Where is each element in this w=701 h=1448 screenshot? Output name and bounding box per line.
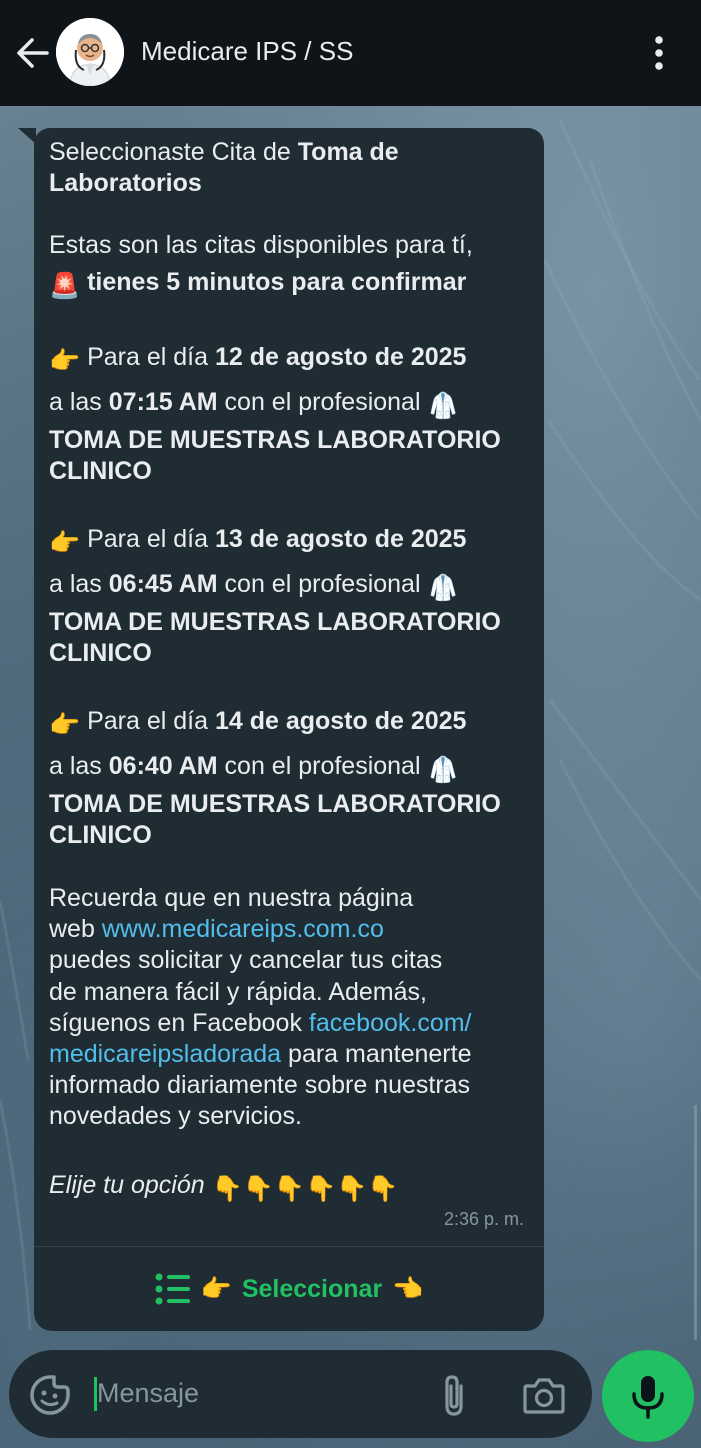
attach-button[interactable] [437,1374,471,1421]
message-line: Seleccionaste Cita de Toma de [49,138,399,166]
appointment-professional: TOMA DE MUESTRAS LABORATORIO [49,790,501,818]
camera-button[interactable] [523,1376,565,1419]
message-line: Estas son las citas disponibles para tí, [49,231,473,259]
camera-icon [523,1378,565,1414]
appointment-time-line: a las 06:40 AM con el profesional 🥼 [49,752,459,784]
arrow-left-icon [17,38,49,68]
pointing-down-icon: 👇👇👇👇👇👇 [211,1175,399,1203]
appointment-professional: CLINICO [49,821,152,849]
siren-icon: 🚨 [49,272,81,300]
message-timestamp: 2:36 p. m. [444,1209,525,1229]
choose-option-line: Elije tu opción 👇👇👇👇👇👇 [49,1171,399,1203]
message-line: novedades y servicios. [49,1102,302,1130]
facebook-link[interactable]: medicareipsladorada [49,1040,281,1068]
facebook-link[interactable]: facebook.com/ [309,1009,472,1037]
pointing-left-icon: 👈 [392,1274,424,1303]
pointing-right-icon: 👉 [49,529,81,557]
select-button-label: Seleccionar [241,1274,383,1303]
scrollbar[interactable] [694,1105,697,1340]
microphone-icon [632,1376,664,1419]
chat-header: Medicare IPS / SS [0,0,701,106]
message-line: informado diariamente sobre nuestras [49,1071,471,1099]
lab-coat-icon: 🥼 [427,756,459,784]
list-icon [155,1273,190,1305]
appointment-professional: TOMA DE MUESTRAS LABORATORIO [49,608,501,636]
message-line: síguenos en Facebook facebook.com/ [49,1009,472,1037]
more-vertical-icon [655,36,663,70]
message-line: 🚨 tienes 5 minutos para confirmar [49,268,467,300]
paperclip-icon [445,1375,463,1416]
appointment-time-line: a las 07:15 AM con el profesional 🥼 [49,388,459,420]
message-line: Laboratorios [49,169,202,197]
appointment-professional: TOMA DE MUESTRAS LABORATORIO [49,426,501,454]
pointing-right-icon: 👉 [49,347,81,375]
contact-avatar[interactable] [56,18,124,86]
appointment-date-line: 👉 Para el día 12 de agosto de 2025 [49,343,467,375]
message-line: puedes solicitar y cancelar tus citas [49,946,443,974]
message-line: Recuerda que en nuestra página [49,884,414,912]
doctor-avatar-icon [56,18,124,86]
sticker-button[interactable] [29,1374,71,1421]
message-line: medicareipsladorada para mantenerte [49,1040,472,1068]
select-button[interactable]: 👉 Seleccionar 👈 [34,1247,544,1331]
lab-coat-icon: 🥼 [427,574,459,602]
appointment-professional: CLINICO [49,457,152,485]
pointing-right-icon: 👉 [200,1274,232,1303]
appointment-time-line: a las 06:45 AM con el profesional 🥼 [49,570,459,602]
message-line: web www.medicareips.com.co [49,915,384,943]
more-options-button[interactable] [650,36,668,70]
mic-button[interactable] [602,1350,694,1442]
lab-coat-icon: 🥼 [427,392,459,420]
sticker-icon [30,1375,70,1415]
appointment-date-line: 👉 Para el día 13 de agosto de 2025 [49,525,467,557]
back-button[interactable] [14,34,52,72]
appointment-date-line: 👉 Para el día 14 de agosto de 2025 [49,707,467,739]
chat-title[interactable]: Medicare IPS / SS [141,36,353,67]
pointing-right-icon: 👉 [49,711,81,739]
message-line: de manera fácil y rápida. Además, [49,978,427,1006]
appointment-professional: CLINICO [49,639,152,667]
message-input[interactable]: Mensaje [97,1378,199,1409]
website-link[interactable]: www.medicareips.com.co [102,915,384,943]
